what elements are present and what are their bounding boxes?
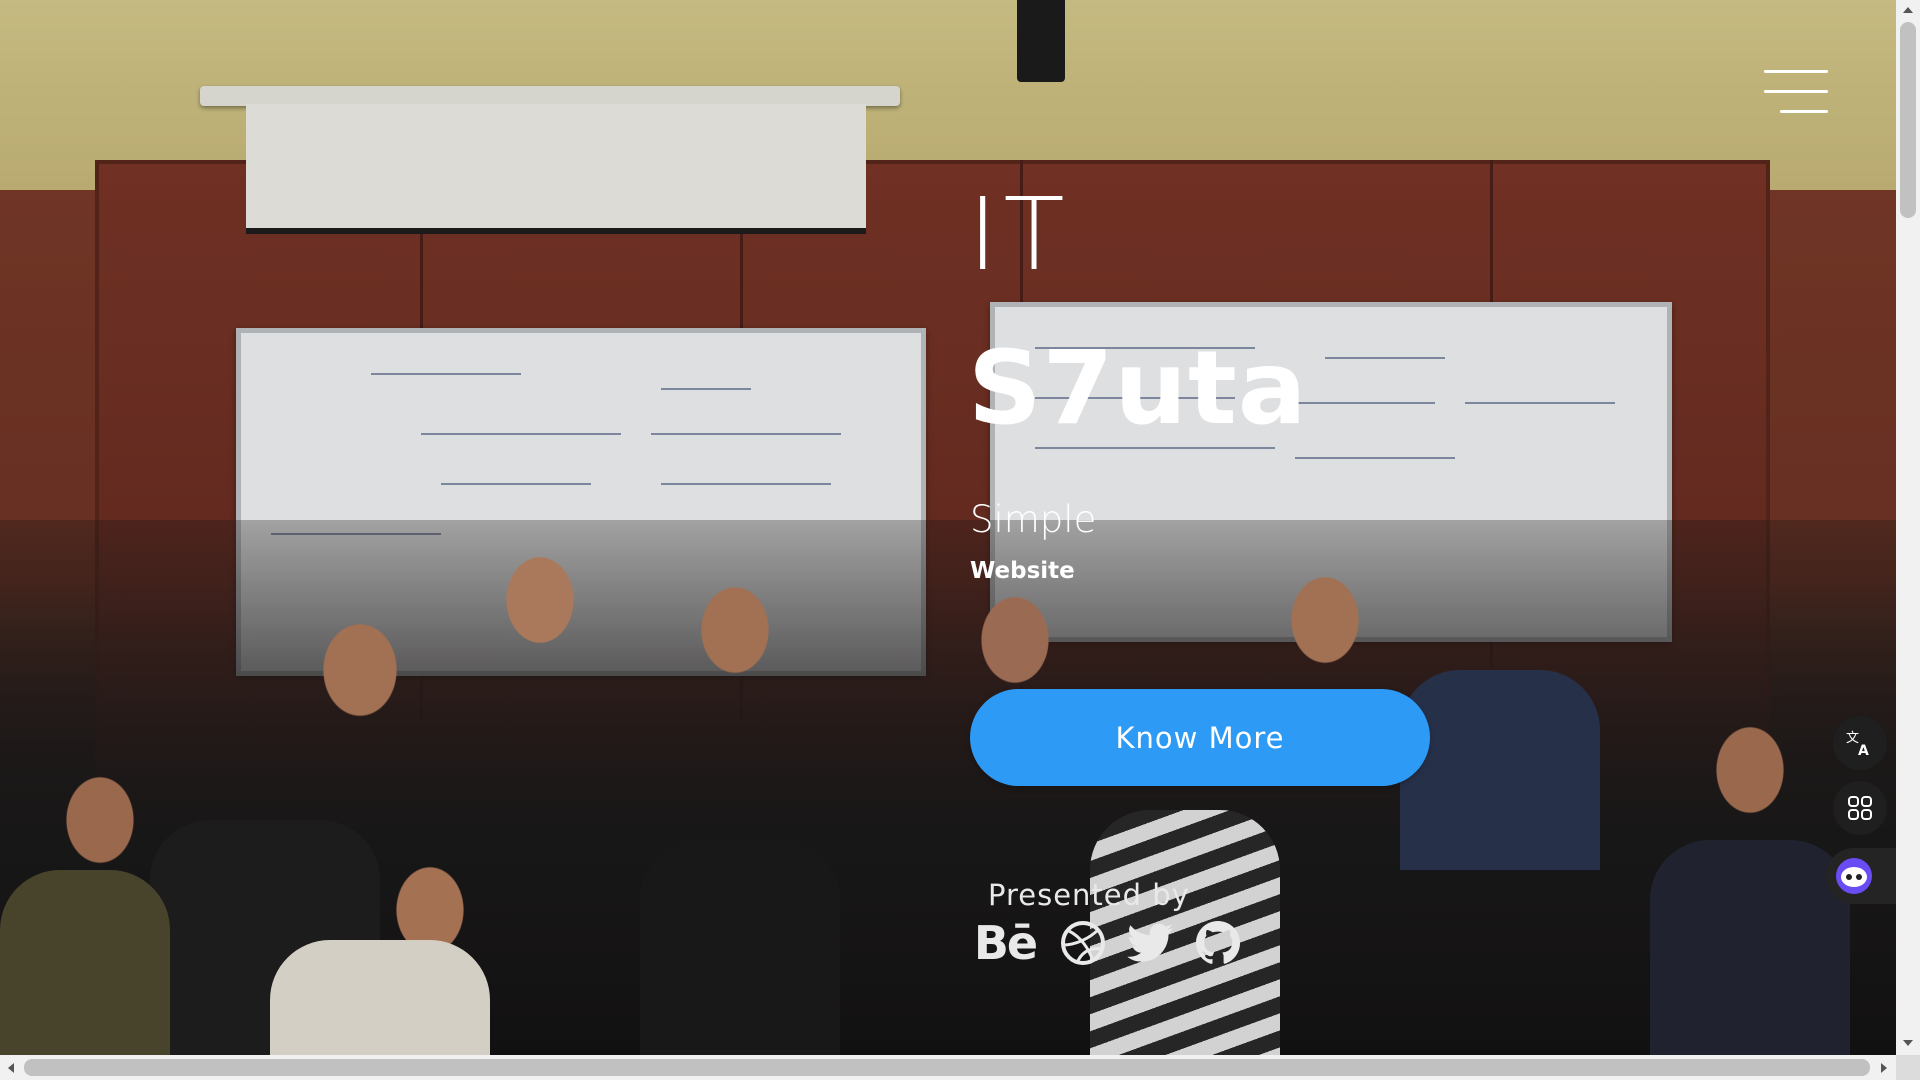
menu-bar — [1780, 110, 1828, 113]
hero-overlay — [0, 0, 1896, 1055]
menu-bar — [1764, 90, 1828, 93]
apps-grid-glyph — [1848, 796, 1872, 820]
scrollbar-corner — [1896, 1055, 1920, 1080]
github-glyph — [1196, 921, 1240, 964]
scroll-left-arrow-icon[interactable] — [8, 1063, 14, 1073]
horizontal-scrollbar-thumb[interactable] — [24, 1059, 1870, 1076]
scroll-right-arrow-icon[interactable] — [1881, 1063, 1887, 1073]
dribbble-glyph — [1061, 921, 1105, 965]
behance-glyph: Bē — [973, 916, 1038, 970]
twitter-glyph — [1127, 923, 1173, 962]
behance-icon[interactable]: Bē — [973, 916, 1038, 970]
dribbble-icon[interactable] — [1052, 917, 1114, 969]
presented-by-label: Presented by — [988, 878, 1190, 912]
assistant-face-icon[interactable] — [1826, 848, 1896, 904]
hero-tagline-line2: Website — [970, 558, 1075, 584]
vertical-scrollbar-thumb[interactable] — [1900, 22, 1916, 218]
apps-grid-icon[interactable] — [1833, 781, 1887, 835]
github-icon[interactable] — [1187, 917, 1249, 969]
translate-glyph: 文 A — [1846, 731, 1869, 758]
menu-bar — [1764, 70, 1828, 73]
hero-tagline-line1: Simple — [970, 498, 1097, 541]
know-more-button[interactable]: Know More — [970, 689, 1430, 786]
svg-text:A: A — [1858, 743, 1869, 758]
translate-icon[interactable]: 文 A — [1833, 716, 1887, 770]
scroll-up-arrow-icon[interactable] — [1903, 7, 1913, 13]
twitter-icon[interactable] — [1120, 917, 1182, 969]
scroll-down-arrow-icon[interactable] — [1903, 1040, 1913, 1046]
hero-title-line1: IT — [968, 176, 1071, 293]
hero-title-line2: S7uta — [968, 329, 1308, 448]
hamburger-menu-icon[interactable] — [1764, 70, 1828, 114]
assistant-face-glyph — [1836, 858, 1872, 894]
